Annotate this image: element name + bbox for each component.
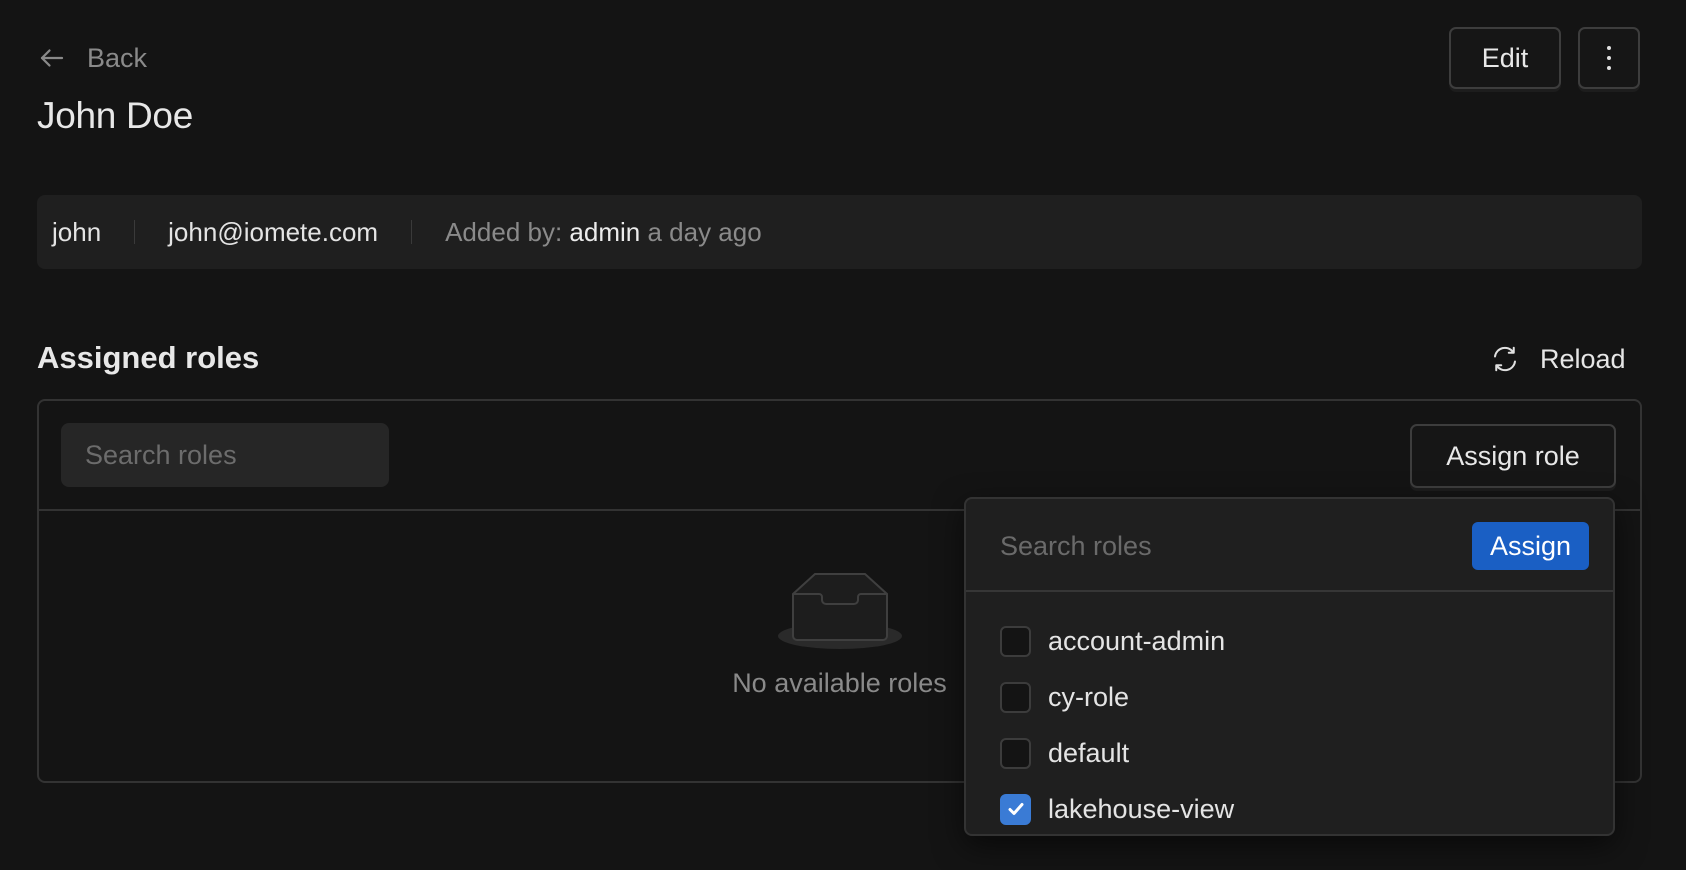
arrow-left-icon bbox=[40, 49, 64, 67]
reload-label: Reload bbox=[1540, 343, 1626, 374]
role-option-label: account-admin bbox=[1048, 625, 1226, 656]
assign-role-dropdown: Assign account-admin cy-role default bbox=[964, 497, 1615, 836]
page-title: John Doe bbox=[37, 95, 193, 136]
edit-button-label: Edit bbox=[1481, 42, 1529, 73]
back-link[interactable]: Back bbox=[37, 40, 147, 76]
empty-inbox-icon bbox=[777, 573, 902, 649]
role-option-label: cy-role bbox=[1048, 681, 1130, 712]
role-checkbox[interactable] bbox=[1000, 681, 1031, 713]
role-option[interactable]: account-admin bbox=[966, 613, 1613, 669]
role-option-label: lakehouse-view bbox=[1048, 793, 1235, 824]
username: john bbox=[52, 216, 102, 247]
more-vertical-icon bbox=[1607, 46, 1611, 70]
search-roles-input[interactable] bbox=[61, 423, 389, 487]
empty-state-text: No available roles bbox=[732, 668, 947, 698]
role-checkbox[interactable] bbox=[1000, 625, 1031, 657]
added-when: a day ago bbox=[647, 216, 762, 247]
user-info-bar: john john@iomete.com Added by: admin a d… bbox=[37, 195, 1642, 269]
panel-header: Assign role bbox=[39, 401, 1640, 511]
assign-role-button[interactable]: Assign role bbox=[1410, 424, 1616, 488]
role-checkbox[interactable] bbox=[1000, 793, 1031, 825]
back-label: Back bbox=[87, 42, 148, 73]
assigned-roles-title: Assigned roles bbox=[37, 340, 260, 375]
reload-button[interactable]: Reload bbox=[1490, 340, 1626, 378]
user-detail-page: Back John Doe Edit john john@iomete.com … bbox=[0, 0, 1686, 870]
divider bbox=[134, 220, 136, 244]
divider bbox=[411, 220, 413, 244]
assign-button[interactable]: Assign bbox=[1472, 522, 1589, 570]
more-options-button[interactable] bbox=[1578, 27, 1640, 89]
added-by-user: admin bbox=[569, 216, 641, 247]
assign-button-label: Assign bbox=[1489, 530, 1572, 561]
role-options-list: account-admin cy-role default lakehouse-… bbox=[966, 613, 1613, 837]
refresh-icon bbox=[1494, 346, 1516, 372]
role-option-label: default bbox=[1048, 737, 1130, 768]
user-email: john@iomete.com bbox=[168, 216, 379, 247]
role-checkbox[interactable] bbox=[1000, 737, 1031, 769]
dropdown-header: Assign bbox=[966, 499, 1613, 592]
role-option[interactable]: lakehouse-view bbox=[966, 781, 1613, 837]
role-option[interactable]: cy-role bbox=[966, 669, 1613, 725]
assign-role-label: Assign role bbox=[1446, 440, 1580, 471]
dropdown-search-input[interactable] bbox=[1000, 521, 1420, 571]
checkmark-icon bbox=[1008, 803, 1023, 815]
role-option[interactable]: default bbox=[966, 725, 1613, 781]
edit-button[interactable]: Edit bbox=[1449, 27, 1561, 89]
added-by-prefix: Added by: bbox=[445, 216, 563, 247]
